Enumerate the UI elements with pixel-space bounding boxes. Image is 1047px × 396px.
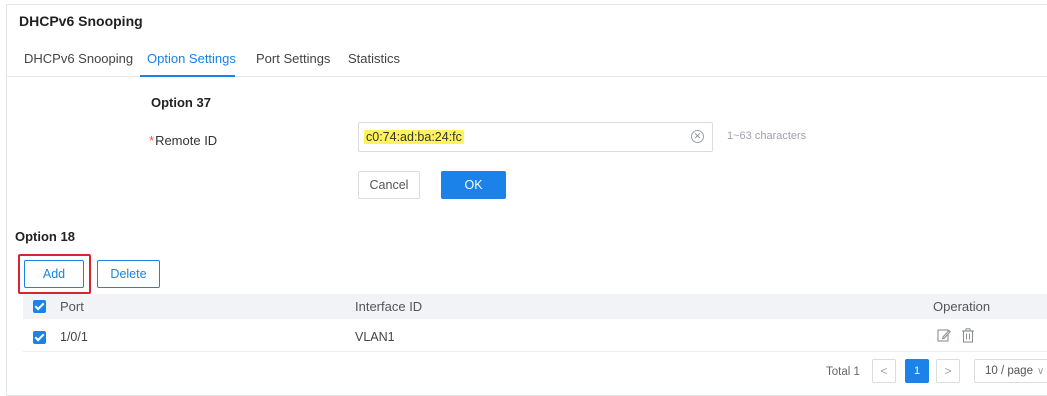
column-interface-id: Interface ID xyxy=(355,299,423,314)
page-size-value: 10 / page xyxy=(985,365,1033,377)
next-page-button[interactable]: > xyxy=(936,359,960,383)
current-page-button[interactable]: 1 xyxy=(905,359,929,383)
prev-page-button[interactable]: < xyxy=(872,359,896,383)
remote-id-hint: 1~63 characters xyxy=(727,130,807,142)
content-panel: DHCPv6 Snooping DHCPv6 Snooping Option S… xyxy=(6,4,1047,396)
option37-title: Option 37 xyxy=(151,95,211,110)
cancel-button[interactable]: Cancel xyxy=(358,171,420,199)
trash-icon[interactable] xyxy=(961,328,975,343)
table-header: Port Interface ID Operation xyxy=(23,294,1047,319)
page-size-select[interactable]: 10 / page ∨ xyxy=(974,359,1047,383)
row-port: 1/0/1 xyxy=(60,330,88,344)
column-port: Port xyxy=(60,299,84,314)
tab-dhcpv6-snooping[interactable]: DHCPv6 Snooping xyxy=(24,51,133,66)
delete-button[interactable]: Delete xyxy=(97,260,160,288)
option18-title: Option 18 xyxy=(15,229,75,244)
edit-icon[interactable] xyxy=(937,328,951,343)
clear-circle-icon[interactable]: ✕ xyxy=(691,130,704,143)
remote-id-label: *Remote ID xyxy=(149,133,217,148)
tab-bar: DHCPv6 Snooping Option Settings Port Set… xyxy=(7,43,1047,77)
required-mark: * xyxy=(149,133,155,148)
select-all-checkbox[interactable] xyxy=(33,300,46,313)
remote-id-label-text: Remote ID xyxy=(155,133,218,148)
ok-button[interactable]: OK xyxy=(441,171,506,199)
column-operation: Operation xyxy=(933,299,991,314)
tab-option-settings[interactable]: Option Settings xyxy=(147,51,236,66)
tab-port-settings[interactable]: Port Settings xyxy=(256,51,330,66)
add-button-highlight-box xyxy=(18,254,91,294)
remote-id-input[interactable]: c0:74:ad:ba:24:fc ✕ xyxy=(358,122,713,152)
remote-id-value: c0:74:ad:ba:24:fc xyxy=(364,130,464,144)
active-tab-indicator xyxy=(140,75,235,77)
tab-statistics[interactable]: Statistics xyxy=(348,51,400,66)
page-title: DHCPv6 Snooping xyxy=(19,13,143,29)
row-checkbox[interactable] xyxy=(33,331,46,344)
pagination-total: Total 1 xyxy=(826,366,860,378)
table-row: 1/0/1 VLAN1 xyxy=(23,322,1047,352)
row-interface-id: VLAN1 xyxy=(355,330,395,344)
chevron-down-icon: ∨ xyxy=(1036,366,1045,377)
